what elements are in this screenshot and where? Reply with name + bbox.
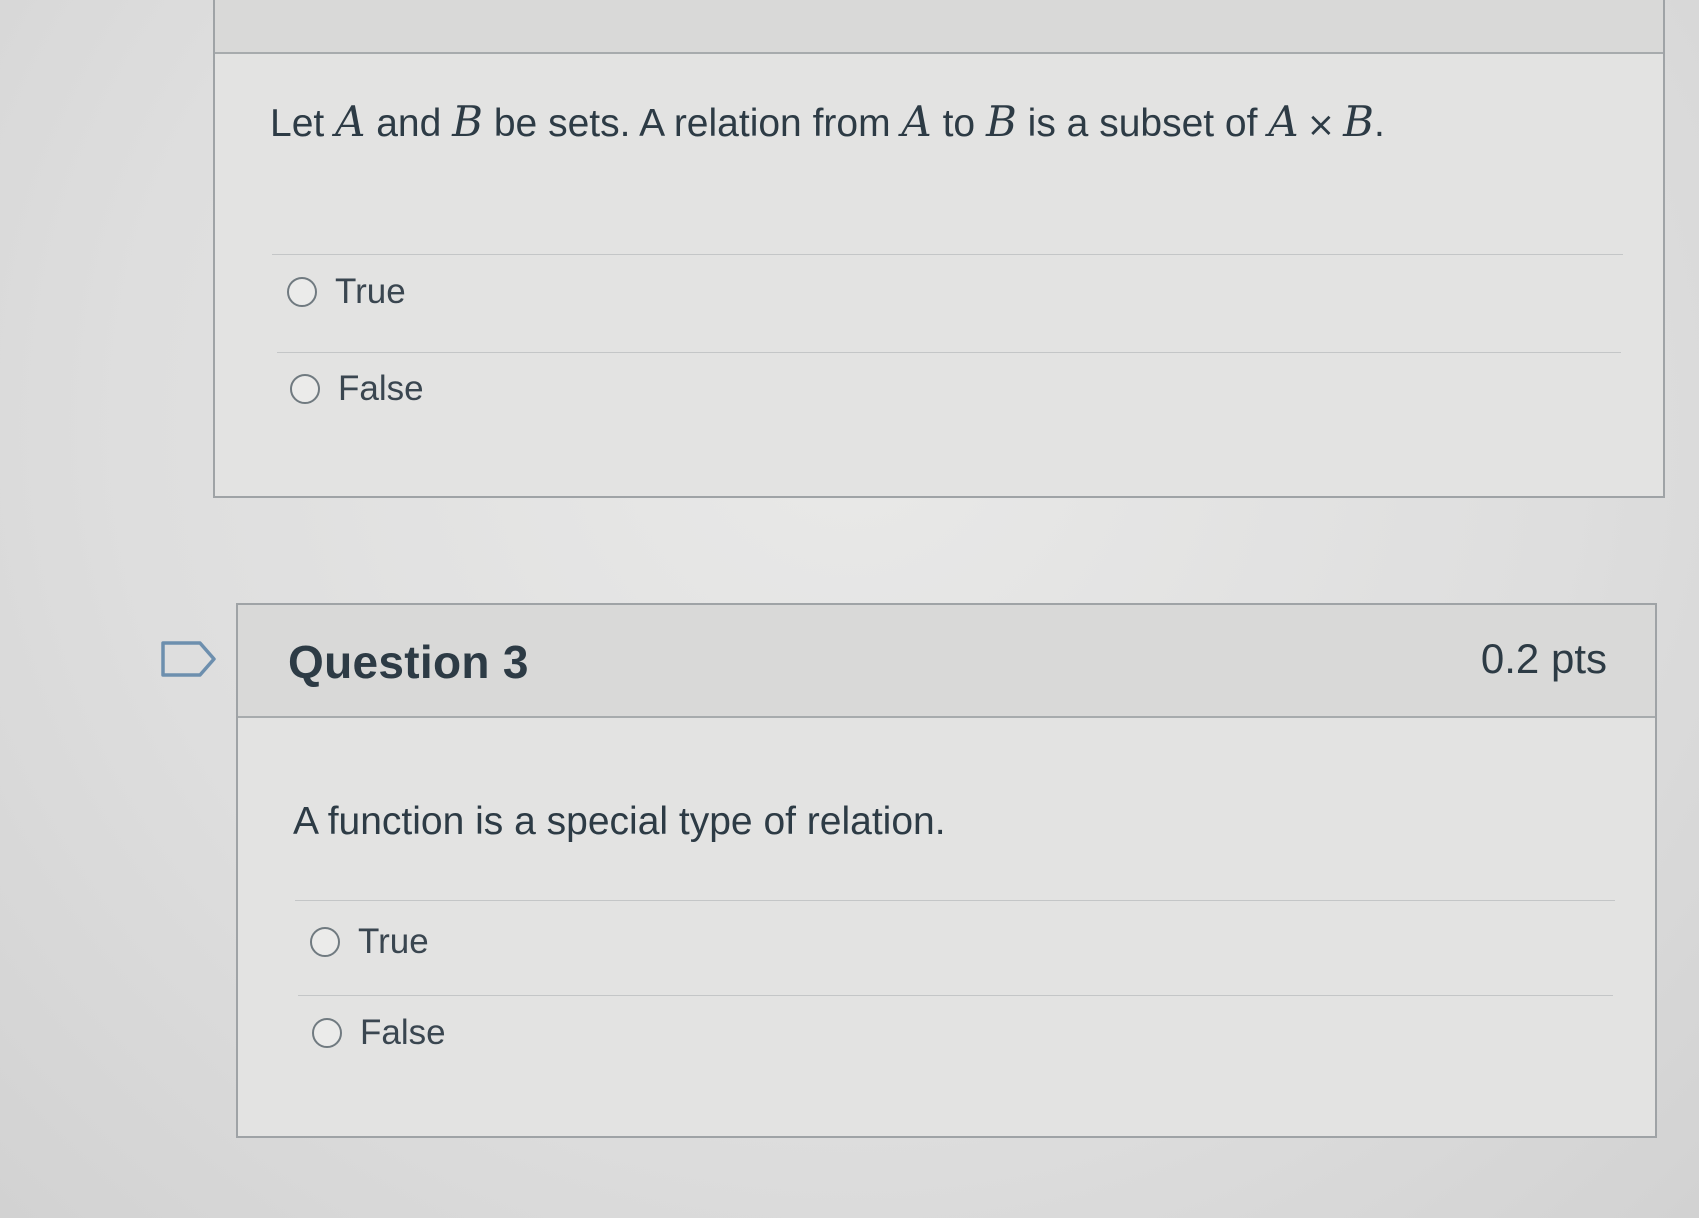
question-3-card: Question 3 0.2 pts A function is a speci… xyxy=(236,603,1657,1138)
answers-divider xyxy=(295,900,1615,901)
math-var: A xyxy=(1268,97,1299,146)
answer-false[interactable]: False xyxy=(290,369,424,409)
answers-divider xyxy=(272,254,1623,255)
math-var: B xyxy=(985,97,1017,146)
radio-unselected-icon[interactable] xyxy=(287,277,317,307)
answer-label: True xyxy=(335,272,406,311)
text-fragment: Let xyxy=(270,102,336,145)
question-2-header xyxy=(215,0,1663,54)
answer-label: False xyxy=(360,1013,446,1052)
text-fragment: is a subset of xyxy=(1016,102,1269,145)
radio-unselected-icon[interactable] xyxy=(290,374,320,404)
question-points: 0.2 pts xyxy=(1480,635,1607,682)
answer-false[interactable]: False xyxy=(312,1013,446,1053)
math-var: B xyxy=(1343,97,1375,146)
math-var: A xyxy=(335,97,366,146)
math-operator: × xyxy=(1306,105,1336,145)
answer-divider xyxy=(298,995,1613,996)
answer-label: True xyxy=(358,922,429,961)
math-var: A xyxy=(901,97,932,146)
math-var: B xyxy=(452,97,484,146)
text-fragment: to xyxy=(931,102,986,145)
answer-divider xyxy=(277,352,1621,353)
question-3-header: Question 3 0.2 pts xyxy=(238,605,1655,718)
answer-true[interactable]: True xyxy=(310,922,429,962)
flag-outline-icon[interactable] xyxy=(160,640,218,678)
radio-unselected-icon[interactable] xyxy=(312,1018,342,1048)
question-3-text: A function is a special type of relation… xyxy=(293,800,946,843)
text-fragment: . xyxy=(1374,102,1385,145)
question-2-card: Let A and B be sets. A relation from A t… xyxy=(213,0,1665,498)
radio-unselected-icon[interactable] xyxy=(310,927,340,957)
answer-label: False xyxy=(338,369,424,408)
question-2-text: Let A and B be sets. A relation from A t… xyxy=(270,97,1385,146)
question-title: Question 3 xyxy=(288,636,529,688)
answer-true[interactable]: True xyxy=(287,272,406,312)
text-fragment: be sets. A relation from xyxy=(483,102,902,145)
text-fragment: and xyxy=(365,102,453,145)
